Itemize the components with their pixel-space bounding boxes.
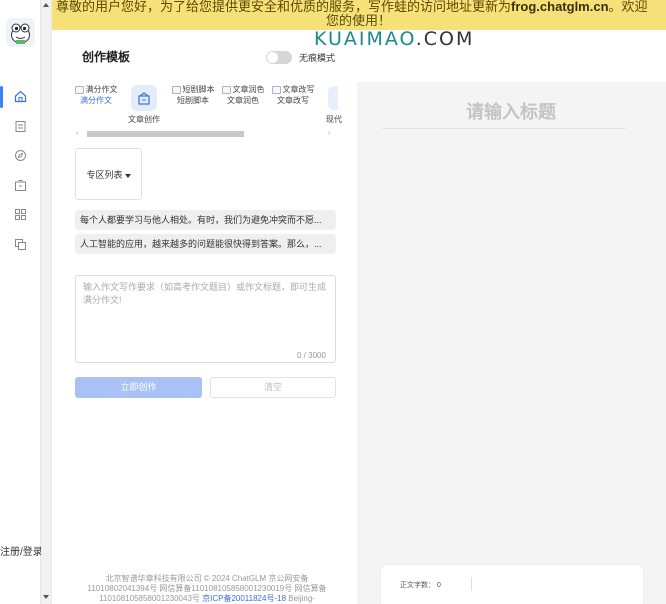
template-tab-polish[interactable]: 文章润色 文章润色 xyxy=(220,85,266,105)
copy-icon[interactable] xyxy=(14,238,27,251)
template-tab-rewrite[interactable]: 文章改写 文章改写 xyxy=(270,85,316,105)
incognito-toggle[interactable] xyxy=(266,51,292,64)
notice-text: 尊敬的用户您好，为了给您提供更安全和优质的服务，写作蛙的访问地址更新为frog.… xyxy=(56,0,648,28)
icp-link[interactable]: 京ICP备20011824号-18 xyxy=(202,594,286,603)
template-scrollbar-thumb[interactable] xyxy=(87,131,244,137)
sidebar: 注册/登录 xyxy=(0,0,43,604)
nav-active-indicator xyxy=(0,86,3,108)
word-count: 正文字数： 0 xyxy=(400,582,441,589)
clear-button[interactable]: 清空 xyxy=(210,377,336,398)
template-tab-essay[interactable]: 满分作文 满分作文 xyxy=(73,85,119,105)
home-icon[interactable] xyxy=(14,90,27,103)
char-counter: 0 / 3000 xyxy=(297,351,326,360)
template-tab-article[interactable] xyxy=(131,85,157,111)
stats-divider xyxy=(471,577,472,591)
scroll-right-icon[interactable]: › xyxy=(328,130,330,137)
scroll-up-icon[interactable] xyxy=(43,3,49,7)
app-logo[interactable] xyxy=(6,18,35,47)
prompt-textarea[interactable]: 输入作文写作要求（如高考作文题目）或作文标题，即可生成满分作文! xyxy=(75,275,336,363)
notice-domain[interactable]: frog.chatglm.cn xyxy=(511,0,609,14)
article-create-icon xyxy=(138,92,150,105)
zone-list-dropdown[interactable]: 专区列表 xyxy=(75,148,142,200)
watermark: KUAIMAO.COM xyxy=(314,28,475,50)
output-title-input[interactable]: 请输入标题 xyxy=(466,98,556,124)
image-placeholder-icon xyxy=(171,85,181,94)
grid-icon[interactable] xyxy=(14,208,27,221)
caret-down-icon xyxy=(124,173,131,178)
page-title: 创作模板 xyxy=(82,50,131,64)
create-button[interactable]: 立即创作 xyxy=(75,377,202,398)
page-scrollbar[interactable] xyxy=(41,0,52,604)
incognito-toggle-label: 无痕模式 xyxy=(299,53,336,63)
template-tab-modern-label: 现代 xyxy=(326,115,342,124)
image-placeholder-icon xyxy=(221,85,231,94)
template-tab-script[interactable]: 短剧脚本 短剧脚本 xyxy=(170,85,216,105)
scroll-down-icon[interactable] xyxy=(43,595,49,599)
box-icon[interactable] xyxy=(14,179,27,192)
login-link[interactable]: 注册/登录 xyxy=(0,543,43,558)
example-prompt[interactable]: 每个人都要学习与他人相处。有时，我们为避免冲突而不愿... xyxy=(75,210,336,230)
image-placeholder-icon xyxy=(74,85,84,94)
template-tab-modern[interactable] xyxy=(328,86,338,110)
template-tab-article-label: 文章创作 xyxy=(128,115,160,124)
footer: 北京智谱华章科技有限公司 © 2024 ChatGLM 京公网安备1101080… xyxy=(87,574,327,603)
template-scrollbar[interactable]: ‹ › xyxy=(76,130,336,138)
compass-icon[interactable] xyxy=(14,149,27,162)
document-icon[interactable] xyxy=(14,120,27,133)
output-pane xyxy=(357,82,666,604)
image-placeholder-icon xyxy=(271,85,281,94)
scroll-left-icon[interactable]: ‹ xyxy=(76,130,78,137)
example-prompt[interactable]: 人工智能的应用，越来越多的问题能很快得到答案。那么，... xyxy=(75,234,336,254)
title-underline xyxy=(382,128,626,129)
